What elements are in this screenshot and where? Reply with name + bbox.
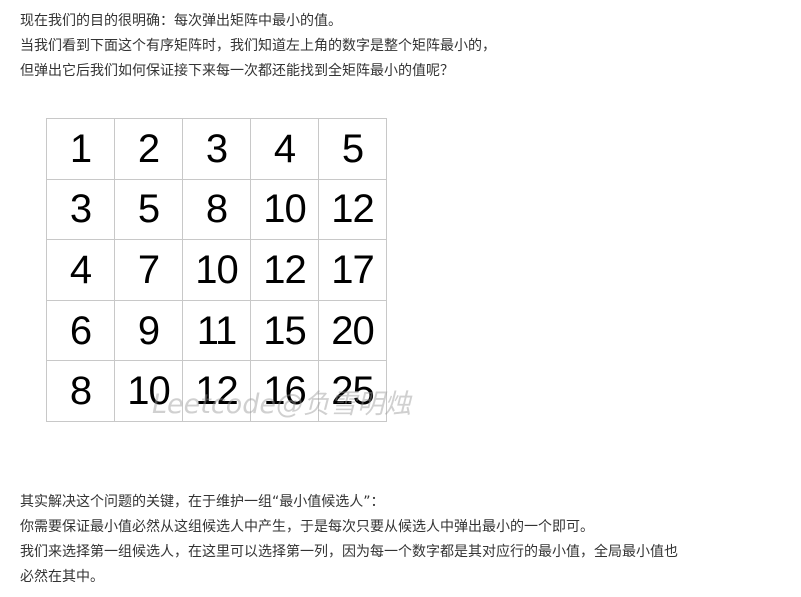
matrix-cell: 17: [318, 239, 387, 301]
intro-line: 但弹出它后我们如何保证接下来每一次都还能找到全矩阵最小的值呢？: [20, 63, 454, 79]
matrix-cell: 3: [46, 178, 115, 241]
explanation-line: 你需要保证最小值必然从这组候选人中产生，于是每次只要从候选人中弹出最小的一个即可…: [20, 519, 594, 535]
matrix-cell: 20: [318, 299, 387, 362]
matrix-row: 1 2 3 4 5: [46, 118, 387, 180]
matrix-cell: 10: [182, 239, 251, 301]
matrix-cell: 4: [250, 118, 319, 180]
matrix-cell: 2: [114, 118, 183, 180]
intro-paragraph: 现在我们的目的很明确：每次弹出矩阵中最小的值。 当我们看到下面这个有序矩阵时，我…: [20, 9, 790, 84]
matrix-cell: 10: [250, 178, 319, 241]
matrix-cell: 8: [182, 178, 251, 241]
explanation-paragraph: 其实解决这个问题的关键，在于维护一组“最小值候选人”： 你需要保证最小值必然从这…: [20, 490, 790, 590]
matrix-row: 3 5 8 10 12: [46, 178, 387, 241]
matrix-cell: 8: [46, 360, 115, 422]
matrix-cell: 25: [318, 360, 387, 422]
matrix-cell: 7: [114, 239, 183, 301]
matrix-cell: 5: [114, 178, 183, 241]
sorted-matrix: 1 2 3 4 5 3 5 8 10 12 4 7 10 12 17 6 9 1…: [46, 118, 387, 422]
intro-line: 当我们看到下面这个有序矩阵时，我们知道左上角的数字是整个矩阵最小的，: [20, 38, 496, 54]
matrix-cell: 6: [46, 299, 115, 362]
matrix-cell: 12: [318, 178, 387, 241]
explanation-line: 其实解决这个问题的关键，在于维护一组“最小值候选人”：: [20, 494, 385, 510]
matrix-row: 4 7 10 12 17: [46, 239, 387, 301]
matrix-cell: 15: [250, 299, 319, 362]
matrix-cell: 11: [182, 299, 251, 362]
matrix-cell: 9: [114, 299, 183, 362]
matrix-row: 6 9 11 15 20: [46, 299, 387, 362]
matrix-cell: 5: [318, 118, 387, 180]
matrix-cell: 12: [250, 239, 319, 301]
matrix-cell: 10: [114, 360, 183, 422]
matrix-cell: 1: [46, 118, 115, 180]
matrix-cell: 12: [182, 360, 251, 422]
matrix-cell: 3: [182, 118, 251, 180]
sorted-matrix-figure: 1 2 3 4 5 3 5 8 10 12 4 7 10 12 17 6 9 1…: [46, 118, 387, 422]
matrix-row: 8 10 12 16 25: [46, 360, 387, 422]
matrix-cell: 4: [46, 239, 115, 301]
explanation-line: 我们来选择第一组候选人，在这里可以选择第一列，因为每一个数字都是其对应行的最小值…: [20, 544, 678, 560]
matrix-cell: 16: [250, 360, 319, 422]
explanation-line: 必然在其中。: [20, 569, 104, 585]
intro-line: 现在我们的目的很明确：每次弹出矩阵中最小的值。: [20, 13, 342, 29]
